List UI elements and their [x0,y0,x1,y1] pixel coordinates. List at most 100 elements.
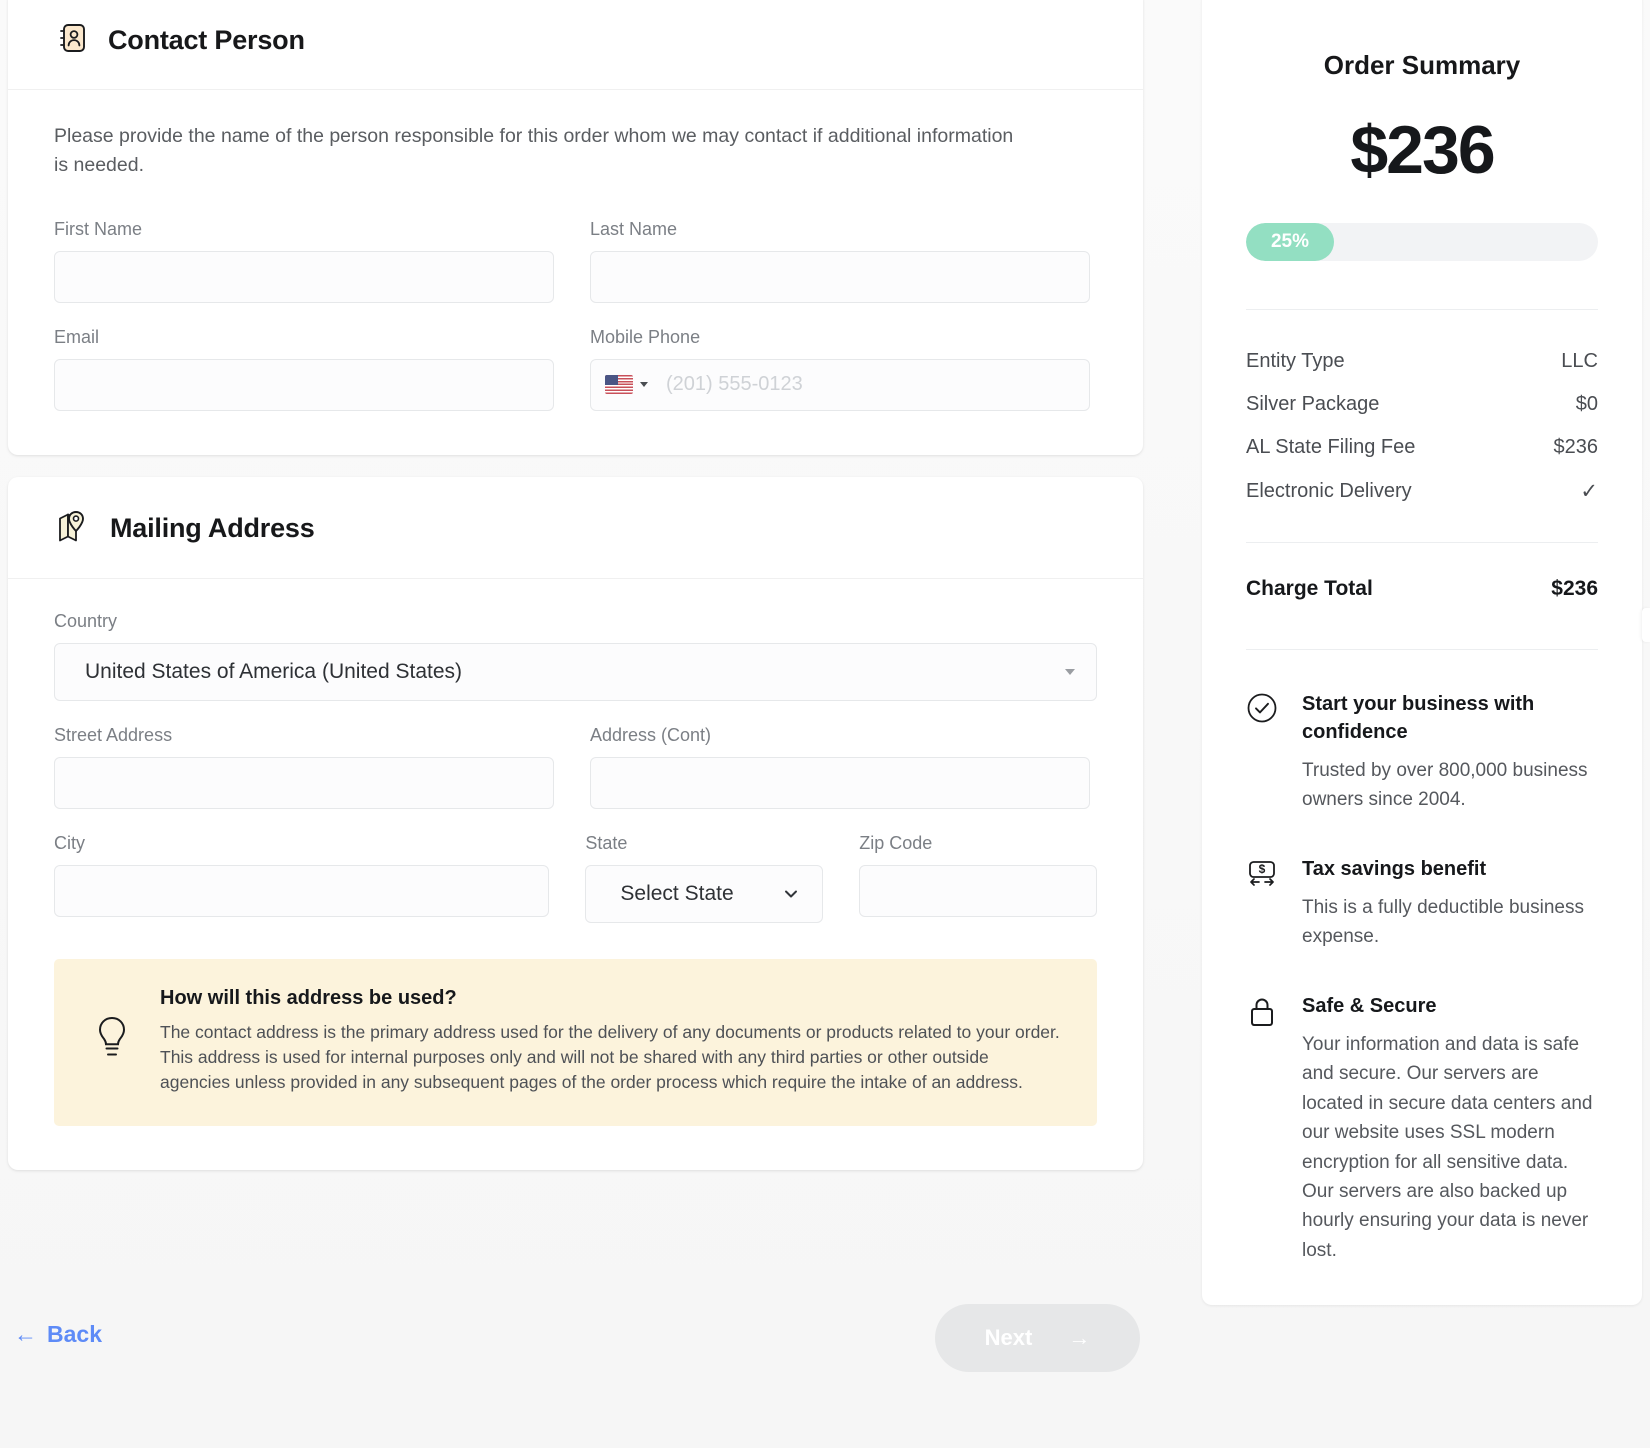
charge-total-row: Charge Total $236 [1246,573,1598,601]
lightbulb-icon [92,1012,132,1071]
state-label: State [585,832,628,853]
address-cont-field: Address (Cont) [590,725,1090,809]
contact-person-card: Contact Person Please provide the name o… [8,0,1143,455]
contact-card-icon [54,20,90,61]
electronic-delivery-check-icon: ✓ [1580,480,1598,503]
benefit-body: This is a fully deductible business expe… [1302,896,1584,948]
mailing-address-header: Mailing Address [8,477,1143,579]
line-item-label: Silver Package [1246,393,1380,415]
charge-total-value: $236 [1551,577,1598,600]
mobile-phone-label: Mobile Phone [590,326,701,347]
line-item-value: $0 [1575,393,1598,415]
address-cont-input[interactable] [590,756,1090,809]
country-select[interactable]: United States of America (United States) [54,642,1097,701]
line-item-value: LLC [1561,350,1598,372]
chevron-down-icon [785,890,798,897]
street-address-input[interactable] [54,756,554,809]
zip-code-input[interactable] [859,864,1097,917]
tax-savings-icon: $ [1246,855,1280,952]
order-line-items: Entity Type LLC Silver Package $0 AL Sta… [1246,340,1598,514]
address-cont-label: Address (Cont) [590,724,712,745]
benefit-text: Start your business with confidence Trus… [1302,690,1598,815]
name-row: First Name Last Name [54,219,1097,303]
back-button[interactable]: ← Back [14,1321,102,1348]
back-button-label: Back [47,1321,102,1347]
email-label: Email [54,326,100,347]
line-item-value: $236 [1553,436,1599,458]
phone-input-group [590,358,1090,411]
zip-code-field: Zip Code [859,833,1097,923]
street-row: Street Address Address (Cont) [54,725,1097,809]
lock-icon [1246,992,1280,1266]
mailing-address-title: Mailing Address [110,512,315,543]
contact-row: Email Mobile Phone [54,327,1097,411]
check-circle-icon [1246,690,1280,815]
line-item: Silver Package $0 [1246,383,1598,426]
next-button[interactable]: Next → [935,1304,1140,1372]
street-address-label: Street Address [54,724,173,745]
city-state-zip-row: City State Select State Zip Code [54,833,1097,923]
last-name-field: Last Name [590,219,1090,303]
benefit-body: Trusted by over 800,000 business owners … [1302,760,1588,811]
last-name-label: Last Name [590,218,678,239]
chevron-down-icon[interactable] [640,382,648,387]
contact-person-header: Contact Person [8,0,1143,90]
order-progress-fill: 25% [1246,223,1334,261]
first-name-label: First Name [54,218,143,239]
svg-text:$: $ [1259,862,1266,876]
callout-body: The contact address is the primary addre… [160,1021,1060,1093]
address-usage-callout: How will this address be used? The conta… [54,958,1097,1126]
total-divider [1246,542,1598,543]
state-select-value: Select State [620,881,734,905]
line-item: Entity Type LLC [1246,340,1598,383]
country-select-value: United States of America (United States) [54,642,1097,701]
benefit-title: Safe & Secure [1302,994,1437,1017]
benefit-body: Your information and data is safe and se… [1302,1033,1593,1261]
zip-code-label: Zip Code [859,832,933,853]
city-field: City [54,832,550,923]
summary-divider [1246,309,1598,310]
mailing-address-card: Mailing Address Country United States of… [8,476,1143,1170]
line-item-label: Electronic Delivery [1246,480,1412,502]
mobile-phone-field: Mobile Phone [590,327,1090,411]
order-progress-bar: 25% [1246,223,1598,261]
order-form-page: Contact Person Please provide the name o… [0,0,1650,1448]
line-item: Electronic Delivery ✓ [1246,469,1598,514]
chevron-down-icon [1065,668,1075,675]
callout-heading: How will this address be used? [160,986,457,1009]
mailing-address-body: Country United States of America (United… [8,579,1143,1170]
order-summary-price: $236 [1350,112,1495,188]
last-name-input[interactable] [590,250,1090,303]
country-field: Country United States of America (United… [54,611,1097,701]
charge-total-label: Charge Total [1246,577,1373,600]
contact-person-intro: Please provide the name of the person re… [54,125,1014,177]
line-item-label: AL State Filing Fee [1246,436,1416,458]
arrow-right-icon: → [1068,1325,1091,1350]
benefit-title: Start your business with confidence [1302,693,1535,743]
benefits-divider [1246,649,1598,650]
email-field: Email [54,327,554,411]
callout-text: How will this address be used? The conta… [160,987,1060,1096]
arrow-left-icon: ← [14,1321,37,1347]
side-panel-handle[interactable] [1642,608,1650,642]
benefit-text: Tax savings benefit This is a fully dedu… [1302,855,1598,952]
mobile-phone-input[interactable] [666,373,1075,396]
city-input[interactable] [54,864,550,917]
first-name-input[interactable] [54,250,554,303]
country-label: Country [54,610,118,631]
contact-person-title: Contact Person [108,25,305,55]
form-column: Contact Person Please provide the name o… [8,0,1143,1192]
line-item: AL State Filing Fee $236 [1246,426,1598,469]
city-label: City [54,832,85,853]
order-summary-card: Order Summary $236 25% Entity Type LLC S… [1202,0,1642,1306]
next-button-label: Next [984,1325,1033,1350]
street-address-field: Street Address [54,725,554,809]
line-item-label: Entity Type [1246,350,1345,372]
benefit-title: Tax savings benefit [1302,857,1487,880]
email-input[interactable] [54,358,554,411]
order-summary-column: Order Summary $236 25% Entity Type LLC S… [1202,0,1642,1306]
us-flag-icon[interactable] [605,375,633,394]
first-name-field: First Name [54,219,554,303]
country-row: Country United States of America (United… [54,611,1097,701]
state-select[interactable]: Select State [585,864,824,923]
